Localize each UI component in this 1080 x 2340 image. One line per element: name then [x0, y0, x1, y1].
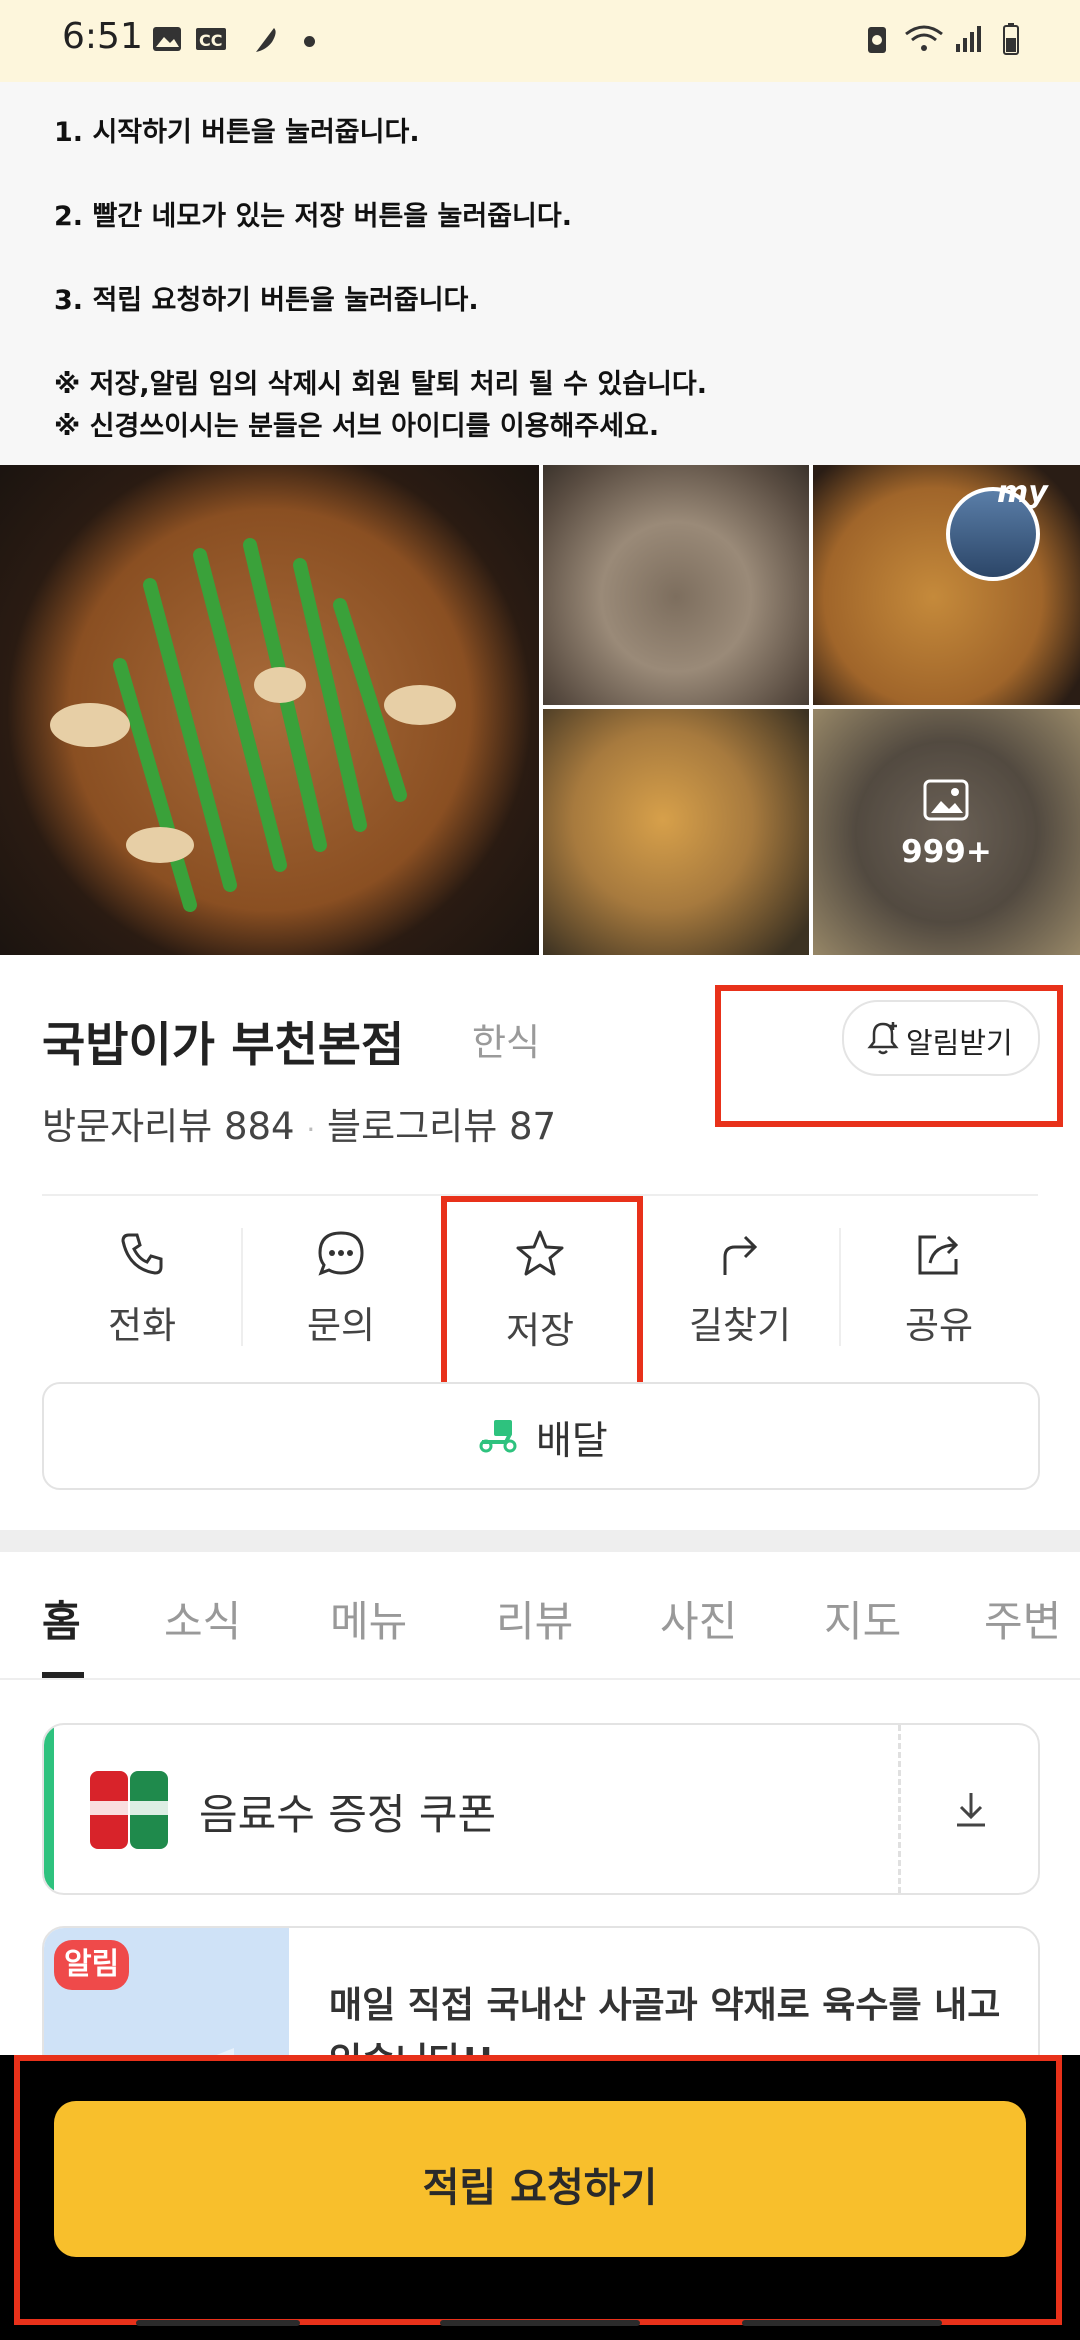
photo-3[interactable]: my	[813, 465, 1080, 705]
instruction-step-3: 3. 적립 요청하기 버튼을 눌러줍니다.	[54, 285, 479, 316]
instruction-step-2: 2. 빨간 네모가 있는 저장 버튼을 눌러줍니다.	[54, 201, 572, 232]
download-icon[interactable]	[949, 1787, 993, 1831]
my-badge: my	[997, 475, 1048, 510]
photo-2[interactable]	[543, 465, 809, 705]
photo-main[interactable]	[0, 465, 539, 955]
status-bar: 6:51 CC	[0, 0, 1080, 82]
feather-icon	[256, 28, 276, 52]
action-directions[interactable]: 길찾기	[645, 1205, 835, 1350]
tab-map[interactable]: 지도	[824, 1588, 901, 1649]
wifi-icon	[905, 25, 943, 51]
delivery-button[interactable]: 배달	[42, 1382, 1040, 1490]
tab-home[interactable]: 홈	[42, 1588, 81, 1649]
battery-saver-icon	[868, 27, 886, 53]
action-inquiry-label: 문의	[306, 1304, 376, 1347]
nav-home[interactable]	[440, 2320, 640, 2326]
gallery-icon	[153, 27, 181, 51]
bell-plus-icon	[867, 1022, 899, 1055]
action-directions-label: 길찾기	[688, 1304, 792, 1347]
delivery-scooter-icon	[479, 1420, 517, 1453]
action-share[interactable]: 공유	[844, 1205, 1034, 1350]
earn-request-label: 적립 요청하기	[422, 2165, 658, 2211]
nav-recents[interactable]	[136, 2320, 300, 2326]
svg-text:CC: CC	[199, 31, 222, 50]
tab-menu[interactable]: 메뉴	[330, 1588, 407, 1649]
directions-icon	[723, 1235, 758, 1275]
alarm-button-label: 알림받기	[906, 1026, 1013, 1060]
caption-icon: CC	[196, 28, 226, 50]
coupon-dashed-divider	[898, 1725, 901, 1893]
action-save-label: 저장	[505, 1309, 575, 1352]
drink-cans-image	[90, 1771, 168, 1849]
review-counts: 방문자리뷰 884 · 블로그리뷰 87	[42, 1096, 556, 1150]
action-save[interactable]: 저장	[445, 1205, 635, 1352]
tab-review[interactable]: 리뷰	[496, 1588, 573, 1649]
action-separator	[241, 1228, 243, 1346]
star-icon	[516, 1230, 564, 1276]
tab-photos[interactable]: 사진	[660, 1588, 737, 1649]
delivery-label: 배달	[536, 1419, 608, 1464]
action-share-label: 공유	[904, 1304, 974, 1347]
coupon-accent	[44, 1725, 54, 1893]
tab-news[interactable]: 소식	[164, 1588, 241, 1649]
status-time: 6:51	[62, 16, 143, 57]
nav-back[interactable]	[742, 2320, 942, 2326]
photo-gallery: my 999+	[0, 465, 1080, 955]
tab-nearby[interactable]: 주변	[984, 1588, 1061, 1649]
instructions-panel: 1. 시작하기 버튼을 눌러줍니다. 2. 빨간 네모가 있는 저장 버튼을 눌…	[0, 82, 1080, 465]
phone-icon	[121, 1233, 163, 1275]
alarm-button[interactable]: 알림받기	[842, 1000, 1040, 1076]
signal-icon	[956, 26, 981, 52]
battery-icon	[1003, 23, 1019, 55]
photo-count: 999+	[901, 834, 992, 870]
earn-request-button[interactable]: 적립 요청하기	[54, 2101, 1026, 2257]
photo-more[interactable]: 999+	[813, 709, 1080, 955]
chat-bubble-icon	[318, 1231, 364, 1276]
visitor-reviews-link[interactable]: 방문자리뷰 884	[42, 1105, 295, 1148]
instruction-note-1: ※ 저장,알림 임의 삭제시 회원 탈퇴 처리 될 수 있습니다.	[54, 369, 708, 400]
tab-divider	[0, 1678, 1080, 1680]
place-category: 한식	[472, 1021, 541, 1064]
action-call-label: 전화	[107, 1304, 177, 1347]
place-name: 국밥이가 부천본점	[42, 1018, 405, 1073]
action-call[interactable]: 전화	[47, 1205, 237, 1350]
instruction-step-1: 1. 시작하기 버튼을 눌러줍니다.	[54, 117, 420, 148]
share-icon	[918, 1235, 959, 1275]
image-icon	[923, 779, 969, 821]
photo-4[interactable]	[543, 709, 809, 955]
action-inquiry[interactable]: 문의	[246, 1205, 436, 1350]
coupon-card[interactable]: 음료수 증정 쿠폰	[42, 1723, 1040, 1895]
review-separator: ·	[306, 1113, 316, 1146]
notification-dot	[304, 36, 315, 47]
section-gap	[0, 1530, 1080, 1552]
coupon-label: 음료수 증정 쿠폰	[199, 1790, 497, 1839]
notice-badge: 알림	[54, 1940, 130, 1990]
instruction-note-2: ※ 신경쓰이시는 분들은 서브 아이디를 이용해주세요.	[54, 411, 660, 442]
action-separator	[839, 1228, 841, 1346]
blog-reviews-link[interactable]: 블로그리뷰 87	[327, 1105, 556, 1148]
